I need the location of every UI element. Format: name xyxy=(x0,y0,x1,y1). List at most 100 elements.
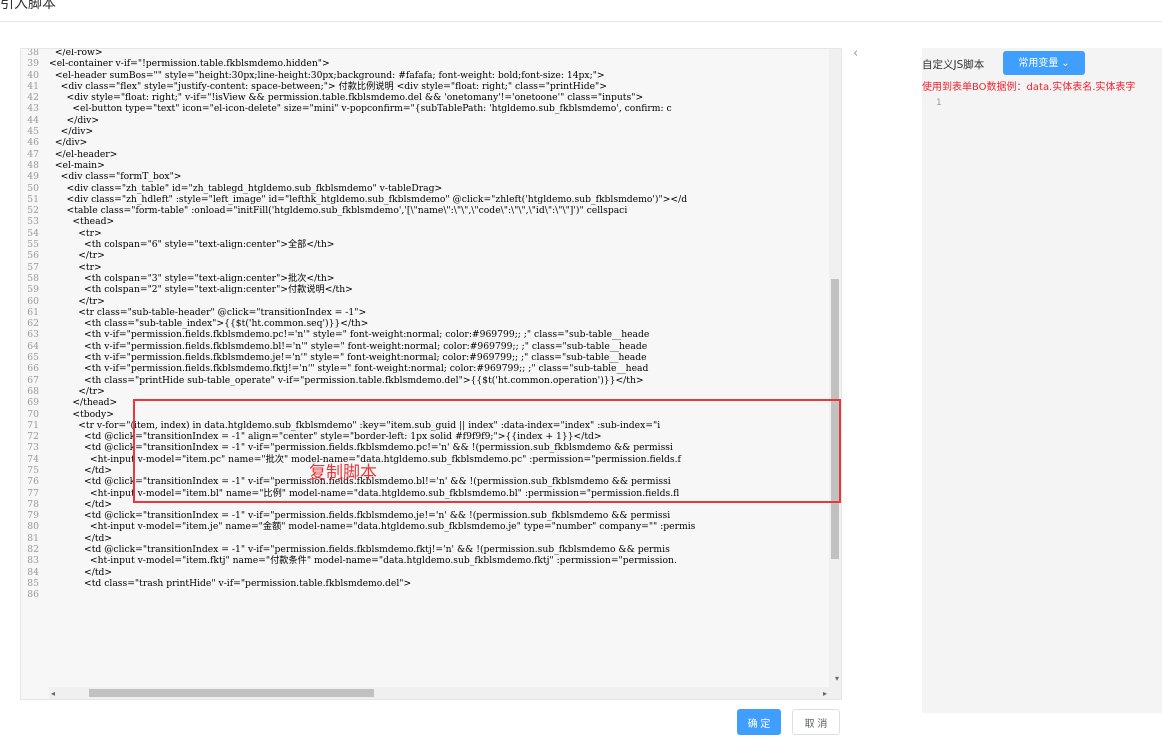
collapse-chevron-left-icon[interactable]: ‹ xyxy=(853,46,858,61)
line-number: 75 xyxy=(27,464,39,476)
line-number: 56 xyxy=(27,250,39,262)
scroll-down-arrow-icon[interactable]: ▾ xyxy=(835,674,839,683)
code-line[interactable]: 49 <div class="formT_box"> xyxy=(21,171,841,182)
custom-js-label: 自定义JS脚本 xyxy=(922,59,985,71)
custom-js-editor[interactable] xyxy=(922,48,1162,713)
code-lines[interactable]: 38 </el-row> 39 <el-container v-if="!permi… xyxy=(21,49,841,601)
line-number: 71 xyxy=(27,419,39,431)
code-text: </thead> xyxy=(49,397,118,409)
code-line[interactable]: 66 <th v-if="permission.fields.fkblsmdem… xyxy=(21,363,841,374)
horizontal-scroll-thumb[interactable] xyxy=(89,689,374,697)
code-line[interactable]: 86 xyxy=(21,589,841,600)
line-number: 39 xyxy=(27,58,39,70)
code-text: <td @click="transitionIndex = -1" v-if="… xyxy=(49,544,670,556)
code-line[interactable]: 44 </div> xyxy=(21,115,841,126)
code-line[interactable]: 58 <th colspan="3" style="text-align:cen… xyxy=(21,273,841,284)
cancel-button[interactable]: 取 消 xyxy=(792,709,840,735)
code-line[interactable]: 42 <div style="float: right;" v-if="!isV… xyxy=(21,92,841,103)
horizontal-scrollbar[interactable] xyxy=(49,687,829,699)
code-line[interactable]: 50 <div class="zh_table" id="zh_tablegd_… xyxy=(21,183,841,194)
code-line[interactable]: 57 <tr> xyxy=(21,262,841,273)
code-line[interactable]: 80 <ht-input v-model="item.je" name="金额"… xyxy=(21,521,841,532)
code-text: <tr> xyxy=(49,261,102,273)
code-line[interactable]: 47 </el-header> xyxy=(21,149,841,160)
line-number: 54 xyxy=(27,227,39,239)
line-number: 42 xyxy=(27,92,39,104)
code-line[interactable]: 64 <th v-if="permission.fields.fkblsmdem… xyxy=(21,341,841,352)
code-line[interactable]: 83 <ht-input v-model="item.fktj" name="付… xyxy=(21,555,841,566)
code-line[interactable]: 67 <th class="printHide sub-table_operat… xyxy=(21,375,841,386)
code-line[interactable]: 68 </tr> xyxy=(21,386,841,397)
code-line[interactable]: 52 <table class="form-table" :onload="in… xyxy=(21,205,841,216)
code-line[interactable]: 56 </tr> xyxy=(21,250,841,261)
code-line[interactable]: 60 </tr> xyxy=(21,296,841,307)
code-line[interactable]: 54 <tr> xyxy=(21,228,841,239)
code-line[interactable]: 45 </div> xyxy=(21,126,841,137)
code-line[interactable]: 81 </td> xyxy=(21,533,841,544)
common-variables-dropdown-button[interactable]: 常用变量 ⌄ xyxy=(1003,51,1085,75)
code-text: <td class="trash printHide" v-if="permis… xyxy=(49,577,412,589)
line-number: 50 xyxy=(27,182,39,194)
code-text: <table class="form-table" :onload="initF… xyxy=(49,205,628,217)
code-line[interactable]: 55 <th colspan="6" style="text-align:cen… xyxy=(21,239,841,250)
line-number: 59 xyxy=(27,284,39,296)
line-number: 83 xyxy=(27,555,39,567)
line-number: 49 xyxy=(27,171,39,183)
highlight-box xyxy=(133,399,841,503)
code-line[interactable]: 48 <el-main> xyxy=(21,160,841,171)
chevron-down-icon: ⌄ xyxy=(1061,58,1070,69)
line-number: 65 xyxy=(27,352,39,364)
code-text: <th class="printHide sub-table_operate" … xyxy=(49,374,644,386)
line-number: 67 xyxy=(27,374,39,386)
code-line[interactable]: 85 <td class="trash printHide" v-if="per… xyxy=(21,578,841,589)
line-number: 47 xyxy=(27,148,39,160)
line-number: 72 xyxy=(27,431,39,443)
line-number: 63 xyxy=(27,329,39,341)
code-line[interactable]: 79 <td @click="transitionIndex = -1" v-i… xyxy=(21,510,841,521)
scroll-right-arrow-icon[interactable]: ▸ xyxy=(823,689,827,698)
copy-script-annotation: 复制脚本 xyxy=(309,463,377,483)
code-line[interactable]: 61 <tr class="sub-table-header" @click="… xyxy=(21,307,841,318)
code-text: </td> xyxy=(49,464,113,476)
code-line[interactable]: 53 <thead> xyxy=(21,216,841,227)
code-line[interactable]: 82 <td @click="transitionIndex = -1" v-i… xyxy=(21,544,841,555)
code-line[interactable]: 62 <th class="sub-table_index">{{$t('ht.… xyxy=(21,318,841,329)
code-text: </div> xyxy=(49,114,100,126)
line-number: 53 xyxy=(27,216,39,228)
code-line[interactable]: 40 <el-header sumBos="" style="height:30… xyxy=(21,70,841,81)
code-text: <th colspan="3" style="text-align:center… xyxy=(49,272,335,284)
line-number: 48 xyxy=(27,159,39,171)
code-text: <el-container v-if="!permission.table.fk… xyxy=(49,58,330,70)
code-text: </div> xyxy=(49,137,88,149)
code-line[interactable]: 84 </td> xyxy=(21,567,841,578)
line-number: 78 xyxy=(27,498,39,510)
code-line[interactable]: 63 <th v-if="permission.fields.fkblsmdem… xyxy=(21,329,841,340)
code-line[interactable]: 39 <el-container v-if="!permission.table.… xyxy=(21,58,841,69)
code-line[interactable]: 46 </div> xyxy=(21,137,841,148)
code-line[interactable]: 41 <div class="flex" style="justify-cont… xyxy=(21,81,841,92)
code-line[interactable]: 65 <th v-if="permission.fields.fkblsmdem… xyxy=(21,352,841,363)
line-number: 58 xyxy=(27,272,39,284)
code-line[interactable]: 51 <div class="zh_hdleft" :style="left_i… xyxy=(21,194,841,205)
code-text: <th colspan="6" style="text-align:center… xyxy=(49,239,335,251)
code-text: </td> xyxy=(49,566,113,578)
code-text: <el-button type="text" icon="el-icon-del… xyxy=(49,103,672,115)
code-line[interactable]: 59 <th colspan="2" style="text-align:cen… xyxy=(21,284,841,295)
line-number: 61 xyxy=(27,306,39,318)
code-line[interactable]: 43 <el-button type="text" icon="el-icon-… xyxy=(21,103,841,114)
line-number: 45 xyxy=(27,126,39,138)
code-text: <ht-input v-model="item.je" name="金额" mo… xyxy=(49,521,696,533)
right-editor-line-number: 1 xyxy=(936,98,942,108)
confirm-button[interactable]: 确 定 xyxy=(737,709,781,735)
code-text: <thead> xyxy=(49,216,115,228)
line-number: 73 xyxy=(27,442,39,454)
line-number: 76 xyxy=(27,476,39,488)
line-number: 40 xyxy=(27,69,39,81)
code-text: <th colspan="2" style="text-align:center… xyxy=(49,284,353,296)
scroll-left-arrow-icon[interactable]: ◂ xyxy=(51,689,55,698)
vertical-scrollbar[interactable] xyxy=(829,49,841,699)
code-line[interactable]: 38 </el-row> xyxy=(21,49,841,58)
line-number: 85 xyxy=(27,577,39,589)
line-number: 79 xyxy=(27,510,39,522)
code-editor[interactable]: 38 </el-row> 39 <el-container v-if="!permi… xyxy=(20,48,842,700)
